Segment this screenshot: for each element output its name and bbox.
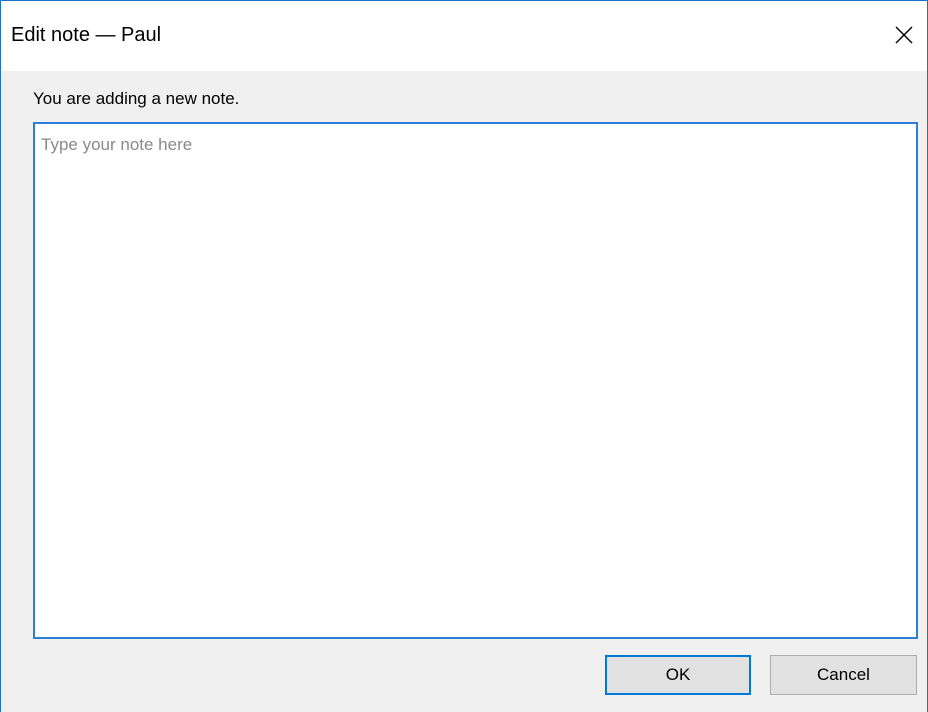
window-title: Edit note — Paul (11, 24, 162, 46)
close-icon (895, 26, 913, 44)
note-textarea[interactable] (33, 122, 918, 639)
cancel-button[interactable]: Cancel (770, 655, 917, 695)
note-prompt-label: You are adding a new note. (33, 89, 240, 108)
title-bar[interactable]: Edit note — Paul (1, 1, 927, 71)
close-button[interactable] (881, 1, 927, 69)
ok-button[interactable]: OK (605, 655, 751, 695)
edit-note-dialog: Edit note — Paul You are adding a new no… (0, 0, 928, 712)
